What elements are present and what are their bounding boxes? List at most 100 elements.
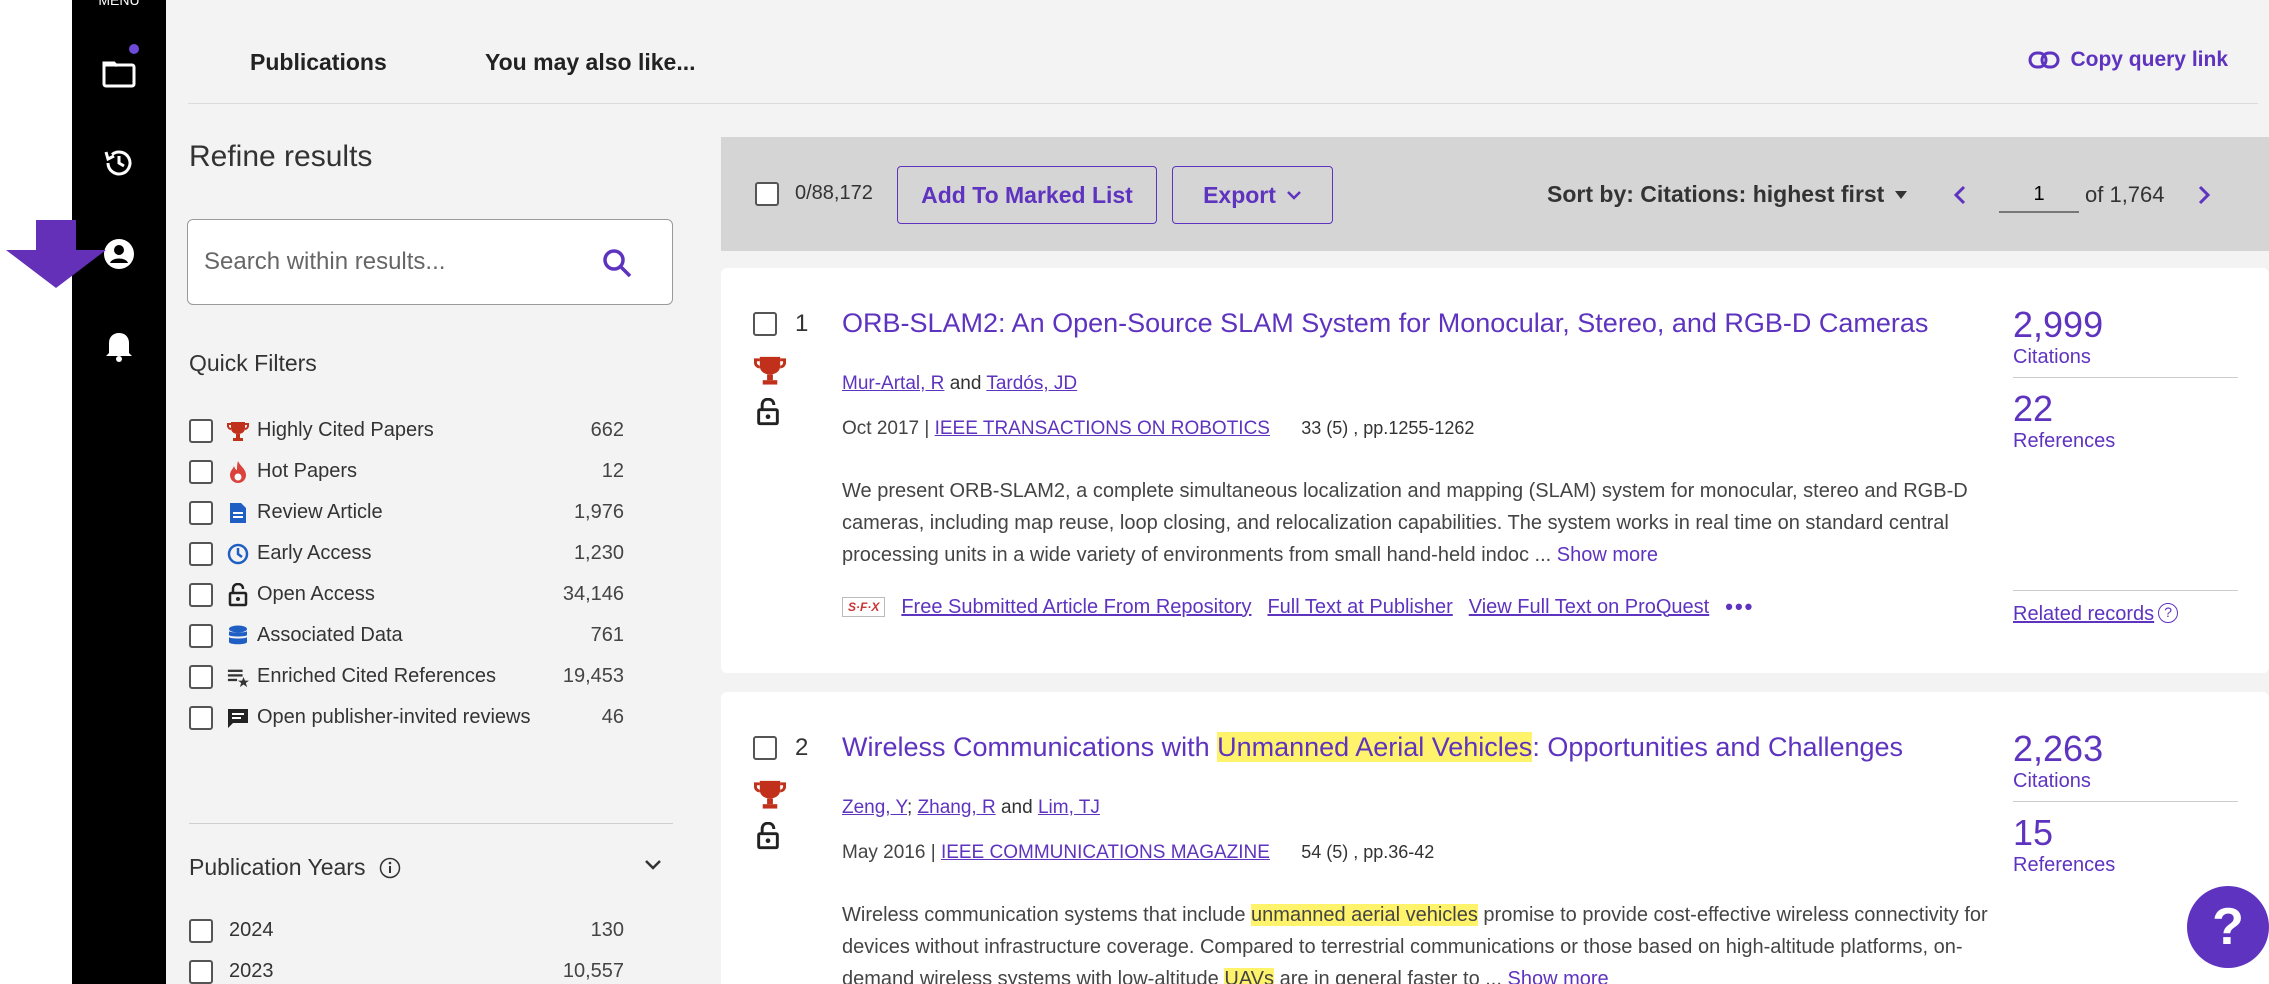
add-to-marked-list-button[interactable]: Add To Marked List <box>897 166 1157 224</box>
abstract-text: are in general faster to ... <box>1274 968 1502 984</box>
side-rail: MENU <box>72 0 166 984</box>
tab-publications[interactable]: Publications <box>250 49 387 76</box>
pub-volume: 33 (5) , pp.1255-1262 <box>1301 418 1475 438</box>
result-authors: Mur-Artal, R and Tardós, JD <box>842 373 1077 395</box>
checkbox[interactable] <box>189 459 213 484</box>
references-label: References <box>2013 854 2116 876</box>
checkbox[interactable] <box>189 705 213 730</box>
publication-years-label: Publication Years <box>189 854 366 880</box>
filter-count: 12 <box>601 460 624 482</box>
pub-date: May 2016 | <box>842 842 936 863</box>
show-more-link[interactable]: Show more <box>1507 968 1608 984</box>
sfx-button[interactable]: S·F·X <box>842 597 886 617</box>
divider <box>189 823 673 824</box>
result-number: 1 <box>795 310 809 337</box>
checkbox[interactable] <box>189 582 213 607</box>
filter-count: 1,976 <box>573 501 624 523</box>
history-icon[interactable] <box>72 138 166 188</box>
result-abstract: Wireless communication systems that incl… <box>842 899 1992 984</box>
related-records-label: Related records <box>2013 603 2155 625</box>
more-options-icon[interactable]: ••• <box>1725 594 1754 620</box>
chevron-left-icon[interactable] <box>1953 185 1967 205</box>
filter-label: Associated Data <box>257 624 403 646</box>
related-records-link[interactable]: Related records? <box>2013 590 2238 626</box>
bell-icon[interactable] <box>72 320 166 370</box>
result-title-link[interactable]: Wireless Communications with Unmanned Ae… <box>842 732 1903 763</box>
result-checkbox[interactable] <box>753 312 777 336</box>
proquest-link[interactable]: View Full Text on ProQuest <box>1469 596 1710 619</box>
info-icon[interactable] <box>379 857 401 879</box>
divider <box>2013 377 2238 378</box>
export-button[interactable]: Export <box>1172 166 1333 224</box>
document-icon <box>227 502 249 524</box>
checkbox[interactable] <box>189 918 213 943</box>
author-link[interactable]: Mur-Artal, R <box>842 373 944 394</box>
checkbox[interactable] <box>189 541 213 566</box>
filter-label: Review Article <box>257 501 383 523</box>
page-number-input[interactable] <box>1999 177 2079 213</box>
references-count[interactable]: 15 <box>2013 812 2238 854</box>
search-icon[interactable] <box>602 248 632 283</box>
caret-down-icon <box>1895 190 1908 199</box>
help-button[interactable]: ? <box>2187 886 2269 968</box>
result-number: 2 <box>795 734 809 761</box>
selected-count: 0/88,172 <box>795 182 873 204</box>
help-icon[interactable]: ? <box>2158 603 2179 623</box>
divider <box>2013 801 2238 802</box>
filter-count: 10,557 <box>562 960 624 982</box>
folder-icon[interactable] <box>72 48 166 98</box>
show-more-link[interactable]: Show more <box>1557 544 1658 566</box>
author-link[interactable]: Zhang, R <box>918 797 996 818</box>
result-publication: Oct 2017 | IEEE TRANSACTIONS ON ROBOTICS… <box>842 418 1474 440</box>
search-within-results <box>187 219 673 305</box>
tab-you-may-also-like[interactable]: You may also like... <box>485 49 696 76</box>
author-separator: ; <box>906 797 913 818</box>
result-checkbox[interactable] <box>753 736 777 760</box>
quick-filters-title: Quick Filters <box>189 350 317 376</box>
chevron-down-icon[interactable] <box>644 858 662 876</box>
copy-query-link-label: Copy query link <box>2070 48 2228 71</box>
result-title-link[interactable]: ORB-SLAM2: An Open-Source SLAM System fo… <box>842 308 1928 339</box>
author-link[interactable]: Lim, TJ <box>1038 797 1100 818</box>
select-all-checkbox[interactable] <box>755 182 779 206</box>
publication-years-title[interactable]: Publication Years <box>189 854 401 881</box>
menu-label: MENU <box>98 0 140 8</box>
filter-count: 1,230 <box>573 542 624 564</box>
filter-label: Early Access <box>257 542 372 564</box>
pagination: of 1,764 <box>1953 177 2211 213</box>
citations-count[interactable]: 2,999 <box>2013 304 2238 346</box>
citations-count[interactable]: 2,263 <box>2013 728 2238 770</box>
chevron-right-icon[interactable] <box>2197 185 2211 205</box>
copy-query-link[interactable]: Copy query link <box>2028 48 2228 72</box>
search-input[interactable] <box>204 242 584 282</box>
filter-label: 2023 <box>229 960 274 982</box>
result-card: 2 Wireless Communications with Unmanned … <box>721 692 2269 984</box>
abstract-highlight: unmanned aerial vehicles <box>1251 904 1478 926</box>
flame-icon <box>227 460 249 484</box>
full-text-publisher-link[interactable]: Full Text at Publisher <box>1267 596 1452 619</box>
author-link[interactable]: Tardós, JD <box>986 373 1077 394</box>
checkbox[interactable] <box>189 500 213 525</box>
checkbox[interactable] <box>189 418 213 443</box>
checkbox[interactable] <box>189 623 213 648</box>
abstract-text: We present ORB-SLAM2, a complete simulta… <box>842 480 1968 566</box>
checkbox[interactable] <box>189 664 213 689</box>
pub-volume: 54 (5) , pp.36-42 <box>1301 842 1435 862</box>
references-count[interactable]: 22 <box>2013 388 2238 430</box>
citations-label: Citations <box>2013 770 2091 792</box>
clock-icon <box>227 543 249 565</box>
references-label: References <box>2013 430 2116 452</box>
main-area: Publications You may also like... Copy q… <box>166 0 2269 984</box>
journal-link[interactable]: IEEE TRANSACTIONS ON ROBOTICS <box>935 418 1270 439</box>
title-text: : Opportunities and Challenges <box>1532 732 1904 762</box>
checkbox[interactable] <box>189 959 213 984</box>
free-submitted-article-link[interactable]: Free Submitted Article From Repository <box>901 596 1251 619</box>
author-link[interactable]: Zeng, Y <box>842 797 907 818</box>
filter-count: 130 <box>590 919 624 941</box>
journal-link[interactable]: IEEE COMMUNICATIONS MAGAZINE <box>941 842 1270 863</box>
title-highlight: Unmanned Aerial Vehicles <box>1217 732 1533 762</box>
result-authors: Zeng, Y; Zhang, R and Lim, TJ <box>842 797 1100 819</box>
citations-label: Citations <box>2013 346 2091 368</box>
export-label: Export <box>1203 181 1276 208</box>
sort-by-dropdown[interactable]: Sort by: Citations: highest first <box>1547 181 1908 208</box>
